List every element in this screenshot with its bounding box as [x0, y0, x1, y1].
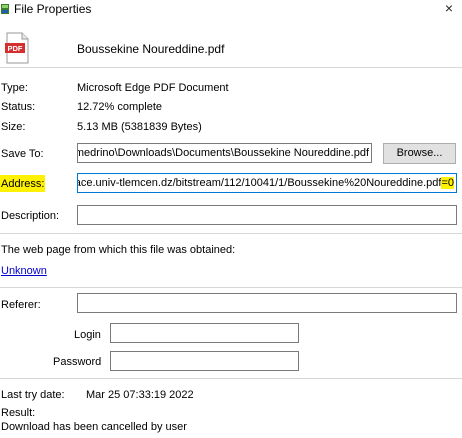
description-label: Description:	[1, 210, 60, 222]
save-to-value: C:\Users\medrino\Downloads\Documents\Bou…	[78, 147, 369, 159]
login-label: Login	[74, 329, 101, 341]
divider	[0, 378, 462, 379]
divider	[0, 233, 462, 234]
address-label: Address:	[1, 178, 45, 190]
size-label: Size:	[1, 121, 26, 133]
file-name: Boussekine Noureddine.pdf	[77, 42, 225, 56]
address-highlighted-suffix: =0	[441, 177, 454, 189]
login-field[interactable]	[110, 323, 299, 343]
divider	[0, 287, 462, 288]
password-label: Password	[53, 356, 102, 368]
type-value: Microsoft Edge PDF Document	[77, 82, 229, 94]
status-value: 12.72% complete	[77, 101, 162, 113]
close-icon: ×	[444, 0, 454, 16]
result-value: Download has been cancelled by user	[1, 421, 187, 433]
address-url: https://dspace.univ-tlemcen.dz/bitstream…	[78, 177, 442, 189]
pdf-icon-label: PDF	[8, 44, 23, 53]
save-to-label: Save To:	[1, 148, 44, 160]
result-label: Result:	[1, 407, 36, 419]
size-value: 5.13 MB (5381839 Bytes)	[77, 121, 202, 133]
close-button[interactable]: ×	[438, 0, 460, 18]
type-label: Type:	[1, 82, 28, 94]
last-try-value: Mar 25 07:33:19 2022	[86, 389, 194, 401]
referer-field[interactable]	[77, 293, 457, 313]
password-field[interactable]	[110, 351, 299, 371]
app-icon	[1, 4, 9, 14]
address-value: https://dspace.univ-tlemcen.dz/bitstream…	[78, 177, 454, 189]
pdf-icon: PDF	[5, 32, 29, 64]
source-page-link[interactable]: Unknown	[1, 265, 47, 277]
address-field[interactable]: https://dspace.univ-tlemcen.dz/bitstream…	[77, 173, 457, 193]
title-bar: File Properties ×	[0, 0, 462, 20]
divider	[0, 67, 462, 68]
description-field[interactable]	[77, 205, 457, 225]
status-label: Status:	[1, 101, 36, 113]
referer-label: Referer:	[1, 299, 41, 311]
browse-button[interactable]: Browse...	[383, 143, 456, 164]
source-page-text: The web page from which this file was ob…	[1, 244, 236, 256]
last-try-label: Last try date:	[1, 389, 65, 401]
save-to-field[interactable]: C:\Users\medrino\Downloads\Documents\Bou…	[77, 143, 372, 163]
window-title: File Properties	[14, 2, 92, 16]
